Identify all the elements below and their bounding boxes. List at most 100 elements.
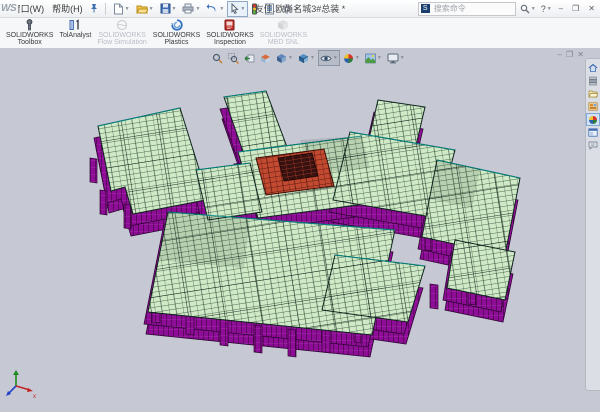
addin-mbd-snl[interactable]: SOLIDWORKS MBD SNL <box>257 17 310 48</box>
svg-text:x: x <box>33 394 36 400</box>
select-cursor-icon <box>230 3 239 14</box>
plastics-icon <box>171 19 183 31</box>
addin-tolanalyst[interactable]: TolAnalyst <box>56 17 94 48</box>
menu-help[interactable]: 帮助(H) <box>48 2 87 15</box>
zoom-area-magnifier-icon <box>228 53 239 64</box>
view-palette-icon <box>588 102 598 111</box>
document-window-controls: – ❐ ✕ <box>558 50 584 59</box>
doc-restore-button[interactable]: ❐ <box>566 50 573 59</box>
zoom-to-fit-button[interactable] <box>210 50 225 66</box>
apply-scene-button[interactable]: ▼ <box>363 50 384 66</box>
search-magnifier-button[interactable]: ▼ <box>519 4 537 14</box>
open-folder-icon <box>136 3 148 15</box>
addin-inspection[interactable]: SOLIDWORKS Inspection <box>203 17 256 48</box>
dropdown-arrow-icon: ▼ <box>172 6 177 12</box>
edit-appearance-button[interactable]: ▼ <box>341 50 362 66</box>
help-button[interactable]: ? ▼ <box>540 4 553 14</box>
stair-void <box>278 153 318 181</box>
open-button[interactable]: ▼ <box>133 1 157 17</box>
search-input[interactable] <box>432 3 508 14</box>
undo-button[interactable]: ▼ <box>203 1 227 17</box>
file-properties-icon <box>264 3 275 15</box>
addin-flow-simulation[interactable]: SOLIDWORKS Flow Simulation <box>94 17 149 48</box>
previous-view-button[interactable] <box>242 50 257 66</box>
addin-label: SOLIDWORKS <box>153 32 200 39</box>
magnifier-icon <box>520 4 530 14</box>
addin-label: SOLIDWORKS <box>6 32 53 39</box>
select-button[interactable]: ▼ <box>227 1 248 17</box>
addin-label: SOLIDWORKS <box>206 32 253 39</box>
color-wheel-icon <box>588 115 598 125</box>
dropdown-arrow-icon: ▼ <box>125 6 130 12</box>
zoom-to-area-button[interactable] <box>226 50 241 66</box>
rebuild-button[interactable] <box>248 1 261 17</box>
hide-show-eye-icon <box>320 53 332 64</box>
display-style-button[interactable]: ▼ <box>296 50 317 66</box>
menu-window[interactable]: 窗口(W) <box>18 2 48 15</box>
pin-icon[interactable] <box>90 3 98 15</box>
addin-solidworks-toolbox[interactable]: SOLIDWORKS Toolbox <box>3 17 56 48</box>
headsup-view-toolbar: ▼ ▼ ▼ ▼ ▼ ▼ <box>210 50 407 66</box>
section-view-button[interactable] <box>258 50 273 66</box>
folder-icon <box>588 89 598 98</box>
title-bar: WS 窗口(W) 帮助(H) ▼ ▼ ▼ ▼ ▼ ▼ <box>0 0 600 18</box>
command-search-box[interactable]: S <box>418 2 516 16</box>
view-cube-icon <box>276 53 287 64</box>
view-palette-tab[interactable] <box>587 101 599 112</box>
dropdown-arrow-icon: ▼ <box>333 55 338 61</box>
design-library-tab[interactable] <box>587 75 599 86</box>
flow-simulation-icon <box>116 19 128 31</box>
design-library-icon <box>588 76 598 86</box>
addin-plastics[interactable]: SOLIDWORKS Plastics <box>150 17 203 48</box>
solidworks-window: WS 窗口(W) 帮助(H) ▼ ▼ ▼ ▼ ▼ ▼ <box>0 0 600 412</box>
monitor-icon <box>387 53 399 64</box>
dropdown-arrow-icon: ▼ <box>219 6 224 12</box>
print-button[interactable]: ▼ <box>179 1 203 17</box>
hide-show-items-button[interactable]: ▼ <box>318 50 340 66</box>
appearance-ball-icon <box>343 53 354 64</box>
addin-label: Plastics <box>164 39 188 46</box>
custom-properties-tab[interactable] <box>587 127 599 138</box>
dropdown-arrow-icon: ▼ <box>310 55 315 61</box>
dropdown-arrow-icon: ▼ <box>531 6 536 12</box>
new-button[interactable]: ▼ <box>110 1 133 17</box>
save-disk-icon <box>160 3 171 14</box>
printer-icon <box>182 3 194 14</box>
options-button[interactable]: ▼ <box>278 1 302 17</box>
view-settings-button[interactable]: ▼ <box>385 50 407 66</box>
app-logo-partial: WS <box>0 3 18 14</box>
doc-minimize-button[interactable]: – <box>558 50 562 59</box>
dropdown-arrow-icon: ▼ <box>288 55 293 61</box>
dropdown-arrow-icon: ▼ <box>240 6 245 12</box>
view-orientation-button[interactable]: ▼ <box>274 50 295 66</box>
doc-close-button[interactable]: ✕ <box>577 50 584 59</box>
previous-view-arrow-icon <box>244 53 255 64</box>
formwork-model[interactable]: x <box>0 48 600 412</box>
home-tab[interactable] <box>587 62 599 73</box>
mbd-snl-icon <box>277 19 289 31</box>
minimize-button[interactable]: – <box>556 1 566 16</box>
dropdown-arrow-icon: ▼ <box>547 6 552 12</box>
tolanalyst-icon <box>69 19 81 31</box>
addin-label: Inspection <box>214 39 246 46</box>
dropdown-arrow-icon: ▼ <box>195 6 200 12</box>
solidworks-forum-tab[interactable] <box>587 140 599 151</box>
display-style-cube-icon <box>298 53 309 64</box>
restore-button[interactable]: ❐ <box>569 1 582 16</box>
addin-label: Toolbox <box>18 39 42 46</box>
close-button[interactable]: ✕ <box>585 1 598 16</box>
zoom-fit-magnifier-icon <box>212 53 223 64</box>
new-doc-icon <box>113 3 124 15</box>
toolbar-separator <box>105 3 106 15</box>
forum-chat-icon <box>588 141 598 150</box>
solidworks-badge-icon: S <box>421 4 430 13</box>
dropdown-arrow-icon: ▼ <box>355 55 360 61</box>
file-explorer-tab[interactable] <box>587 88 599 99</box>
graphics-viewport[interactable]: x ▼ ▼ <box>0 48 600 412</box>
file-properties-button[interactable] <box>261 1 278 17</box>
undo-arrow-icon <box>206 3 218 14</box>
appearances-scenes-tab[interactable] <box>587 114 599 125</box>
save-button[interactable]: ▼ <box>157 1 180 17</box>
dropdown-arrow-icon: ▼ <box>149 6 154 12</box>
task-pane-strip <box>585 58 600 391</box>
